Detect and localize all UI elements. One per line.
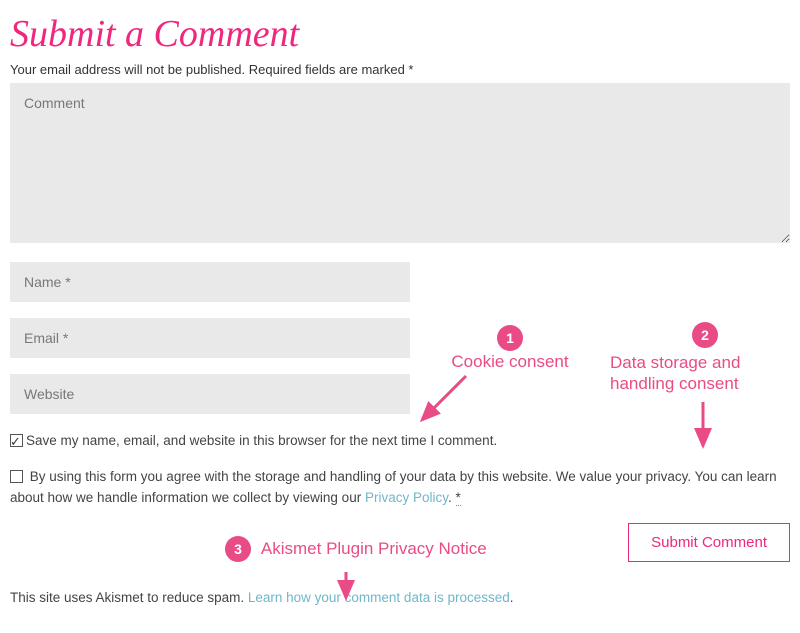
akismet-suffix: . <box>510 590 514 605</box>
badge-1-icon: 1 <box>497 325 523 351</box>
required-fields-note: Your email address will not be published… <box>10 62 790 77</box>
required-asterisk: * <box>456 490 461 506</box>
akismet-notice: This site uses Akismet to reduce spam. L… <box>10 590 790 605</box>
cookie-consent-checkbox[interactable] <box>10 434 23 447</box>
badge-2-icon: 2 <box>692 322 718 348</box>
submit-comment-button[interactable]: Submit Comment <box>628 523 790 562</box>
page-title: Submit a Comment <box>10 12 790 56</box>
email-field[interactable] <box>10 318 410 358</box>
arrow-1-icon <box>410 370 480 430</box>
arrow-2-icon <box>688 398 718 456</box>
cookie-consent-label: Save my name, email, and website in this… <box>26 433 497 448</box>
callout-2: 2 Data storage and handling consent <box>610 322 780 395</box>
cookie-consent-row: Save my name, email, and website in this… <box>10 430 790 452</box>
arrow-3-icon <box>331 568 361 608</box>
callout-1: 1 Cookie consent <box>430 325 590 372</box>
comment-textarea[interactable] <box>10 83 790 243</box>
data-consent-checkbox[interactable] <box>10 470 23 483</box>
website-field[interactable] <box>10 374 410 414</box>
data-consent-suffix: . <box>448 490 456 505</box>
name-field[interactable] <box>10 262 410 302</box>
data-consent-row: By using this form you agree with the st… <box>10 466 790 509</box>
akismet-link[interactable]: Learn how your comment data is processed <box>248 590 510 605</box>
callout-2-label: Data storage and handling consent <box>610 352 780 395</box>
privacy-policy-link[interactable]: Privacy Policy <box>365 490 448 505</box>
akismet-prefix: This site uses Akismet to reduce spam. <box>10 590 248 605</box>
